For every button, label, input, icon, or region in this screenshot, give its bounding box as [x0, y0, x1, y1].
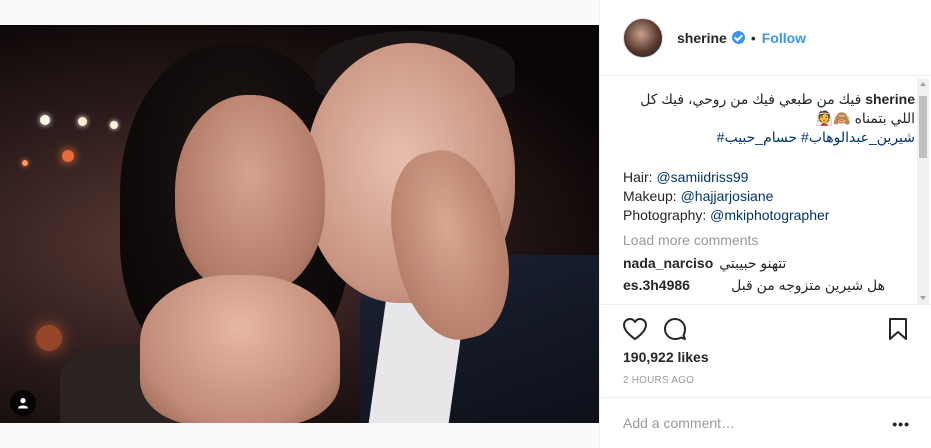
caption-text-line1: فيك من طبعي فيك من روحي، فيك كل [640, 91, 862, 107]
caption-text-line2: اللي بتمناه 🙈👰 [815, 110, 915, 126]
load-more-comments-button[interactable]: Load more comments [623, 231, 915, 252]
credit-makeup: Makeup: @hajjarjosiane [623, 187, 915, 206]
comment-username[interactable]: es.3h4986 [623, 276, 690, 295]
scroll-up-arrow-icon[interactable] [920, 82, 926, 86]
comment-username[interactable]: nada_narciso [623, 254, 713, 273]
mention-link[interactable]: @hajjarjosiane [681, 188, 774, 204]
credit-photography: Photography: @mkiphotographer [623, 206, 915, 225]
scroll-down-arrow-icon[interactable] [920, 296, 926, 300]
credit-label: Hair: [623, 169, 657, 185]
comment-text: هل شيرين متزوجه من قبل [731, 276, 885, 293]
bookmark-icon[interactable] [888, 317, 908, 344]
action-bar [600, 304, 931, 350]
credit-label: Photography: [623, 207, 711, 223]
user-tag-icon[interactable] [10, 390, 36, 416]
comment-icon[interactable] [663, 317, 687, 344]
more-options-button[interactable]: ••• [892, 416, 910, 432]
post-timestamp[interactable]: 2 HOURS AGO [623, 375, 694, 386]
post-header: sherine • Follow [600, 0, 931, 76]
comment-text: تتهنو حبيبتي [719, 254, 787, 271]
follow-button[interactable]: Follow [762, 30, 806, 46]
header-separator: • [750, 29, 756, 46]
caption: sherine فيك من طبعي فيك من روحي، فيك كل … [623, 90, 915, 128]
post-sidebar: sherine • Follow sherine فيك من طبعي فيك… [599, 0, 931, 448]
caption-username[interactable]: sherine [865, 91, 915, 107]
post-photo[interactable] [0, 25, 599, 423]
header-username[interactable]: sherine [677, 30, 727, 46]
comments-scrollbar[interactable] [917, 78, 929, 304]
caption-credits: Hair: @samiidriss99 Makeup: @hajjarjosia… [623, 168, 915, 225]
avatar[interactable] [623, 17, 663, 58]
post-media-area [0, 0, 599, 448]
comment-item: nada_narciso تتهنو حبيبتي [623, 252, 915, 274]
likes-count[interactable]: 190,922 likes [623, 349, 709, 365]
mention-link[interactable]: @samiidriss99 [656, 169, 748, 185]
comment-username[interactable]: randa_hashdady [623, 298, 734, 303]
add-comment-input[interactable] [623, 415, 873, 431]
caption-hashtags[interactable]: شيرين_عبدالوهاب# حسام_حبيب# [623, 128, 915, 147]
comment-item: randa_hashdady [623, 296, 915, 303]
scrollbar-thumb[interactable] [919, 96, 927, 158]
mention-link[interactable]: @mkiphotographer [710, 207, 829, 223]
credit-hair: Hair: @samiidriss99 [623, 168, 915, 187]
verified-badge-icon [731, 31, 745, 44]
comment-item: es.3h4986 هل شيرين متزوجه من قبل [623, 274, 915, 296]
credit-label: Makeup: [623, 188, 681, 204]
comments-list: sherine فيك من طبعي فيك من روحي، فيك كل … [623, 90, 915, 302]
add-comment-bar: ••• [600, 397, 931, 448]
heart-icon[interactable] [622, 317, 648, 344]
